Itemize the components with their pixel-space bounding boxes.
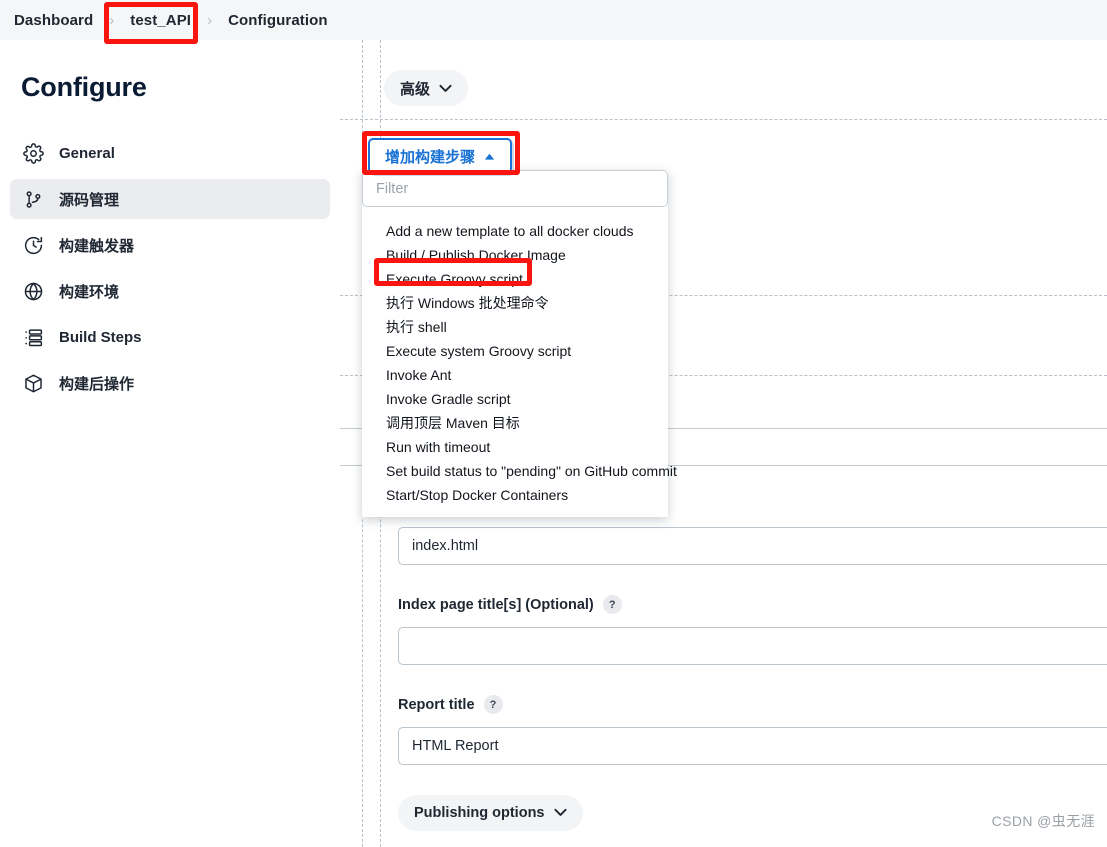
breadcrumb: Dashboard › test_API › Configuration bbox=[0, 0, 1107, 40]
report-title-label: Report title ? bbox=[398, 695, 503, 714]
report-title-input[interactable] bbox=[398, 727, 1107, 765]
index-page-titles-label: Index page title[s] (Optional) ? bbox=[398, 595, 622, 614]
sidebar-item-label: 构建触发器 bbox=[59, 237, 135, 255]
section-divider-dashed bbox=[340, 119, 1107, 120]
sidebar-item-source-code-management[interactable]: 源码管理 bbox=[10, 179, 330, 219]
dropdown-item[interactable]: 执行 Windows 批处理命令 bbox=[362, 291, 668, 315]
build-step-dropdown: Add a new template to all docker clouds … bbox=[362, 170, 677, 517]
index-pages-input[interactable] bbox=[398, 527, 1107, 565]
help-icon[interactable]: ? bbox=[483, 695, 503, 714]
sidebar-item-label: General bbox=[59, 144, 115, 162]
dropdown-item[interactable]: Add a new template to all docker clouds bbox=[362, 219, 668, 243]
globe-icon bbox=[22, 280, 44, 302]
sidebar-item-label: 构建环境 bbox=[59, 283, 120, 301]
publishing-options-button[interactable]: Publishing options bbox=[398, 795, 583, 831]
sidebar-item-build-triggers[interactable]: 构建触发器 bbox=[10, 225, 330, 265]
chevron-right-icon: › bbox=[109, 11, 115, 29]
chevron-down-icon bbox=[553, 805, 567, 821]
sidebar-item-build-steps[interactable]: Build Steps bbox=[10, 317, 330, 357]
sidebar-item-label: 源码管理 bbox=[59, 191, 120, 209]
chevron-down-icon bbox=[439, 80, 452, 97]
dropdown-item[interactable]: Set build status to "pending" on GitHub … bbox=[362, 459, 677, 483]
package-icon bbox=[22, 372, 44, 394]
sidebar-item-general[interactable]: General bbox=[10, 133, 330, 173]
advanced-button[interactable]: 高级 bbox=[384, 70, 469, 106]
dropdown-item[interactable]: Execute system Groovy script bbox=[362, 339, 668, 363]
index-page-titles-input[interactable] bbox=[398, 627, 1107, 665]
sidebar-item-build-environment[interactable]: 构建环境 bbox=[10, 271, 330, 311]
filter-input[interactable] bbox=[362, 170, 668, 207]
breadcrumb-item-test-api[interactable]: test_API bbox=[124, 12, 197, 29]
build-step-list: Add a new template to all docker clouds … bbox=[362, 207, 677, 517]
help-icon[interactable]: ? bbox=[602, 595, 622, 614]
main-content: 高级 增加构建步骤 Add a new template to all dock… bbox=[340, 40, 1107, 847]
clock-icon bbox=[22, 234, 44, 256]
dropdown-item[interactable]: Start/Stop Docker Containers bbox=[362, 483, 668, 507]
breadcrumb-item-dashboard[interactable]: Dashboard bbox=[8, 12, 99, 29]
sidebar-item-label: Build Steps bbox=[59, 328, 142, 346]
dropdown-item[interactable]: Run with timeout bbox=[362, 435, 668, 459]
sidebar-item-post-build-actions[interactable]: 构建后操作 bbox=[10, 363, 330, 403]
branch-icon bbox=[22, 188, 44, 210]
chevron-right-icon: › bbox=[207, 11, 213, 29]
page-title: Configure bbox=[21, 72, 147, 102]
dropdown-item[interactable]: Invoke Gradle script bbox=[362, 387, 668, 411]
dropdown-item[interactable]: Build / Publish Docker Image bbox=[362, 243, 668, 267]
sidebar-nav: General 源码管理 构建触发器 构建环境 Build Steps 构建后操… bbox=[0, 133, 340, 403]
sidebar: Configure General 源码管理 构建触发器 构建环境 Build … bbox=[0, 40, 340, 847]
sidebar-item-label: 构建后操作 bbox=[59, 375, 135, 393]
add-build-step-button[interactable]: 增加构建步骤 bbox=[368, 138, 513, 174]
list-icon bbox=[22, 326, 44, 348]
publishing-options-label: Publishing options bbox=[414, 805, 545, 821]
report-title-label-text: Report title bbox=[398, 696, 475, 713]
dropdown-item[interactable]: 调用顶层 Maven 目标 bbox=[362, 411, 668, 435]
dropdown-item-execute-groovy-script[interactable]: Execute Groovy script bbox=[362, 267, 668, 291]
index-page-titles-label-text: Index page title[s] (Optional) bbox=[398, 596, 594, 613]
advanced-button-label: 高级 bbox=[400, 80, 431, 98]
breadcrumb-item-configuration[interactable]: Configuration bbox=[222, 12, 334, 29]
dropdown-item[interactable]: Invoke Ant bbox=[362, 363, 668, 387]
add-build-step-label: 增加构建步骤 bbox=[385, 148, 476, 166]
watermark: CSDN @虫无涯 bbox=[991, 813, 1095, 829]
gear-icon bbox=[22, 142, 44, 164]
dropdown-item[interactable]: 执行 shell bbox=[362, 315, 668, 339]
caret-up-icon bbox=[484, 148, 495, 165]
